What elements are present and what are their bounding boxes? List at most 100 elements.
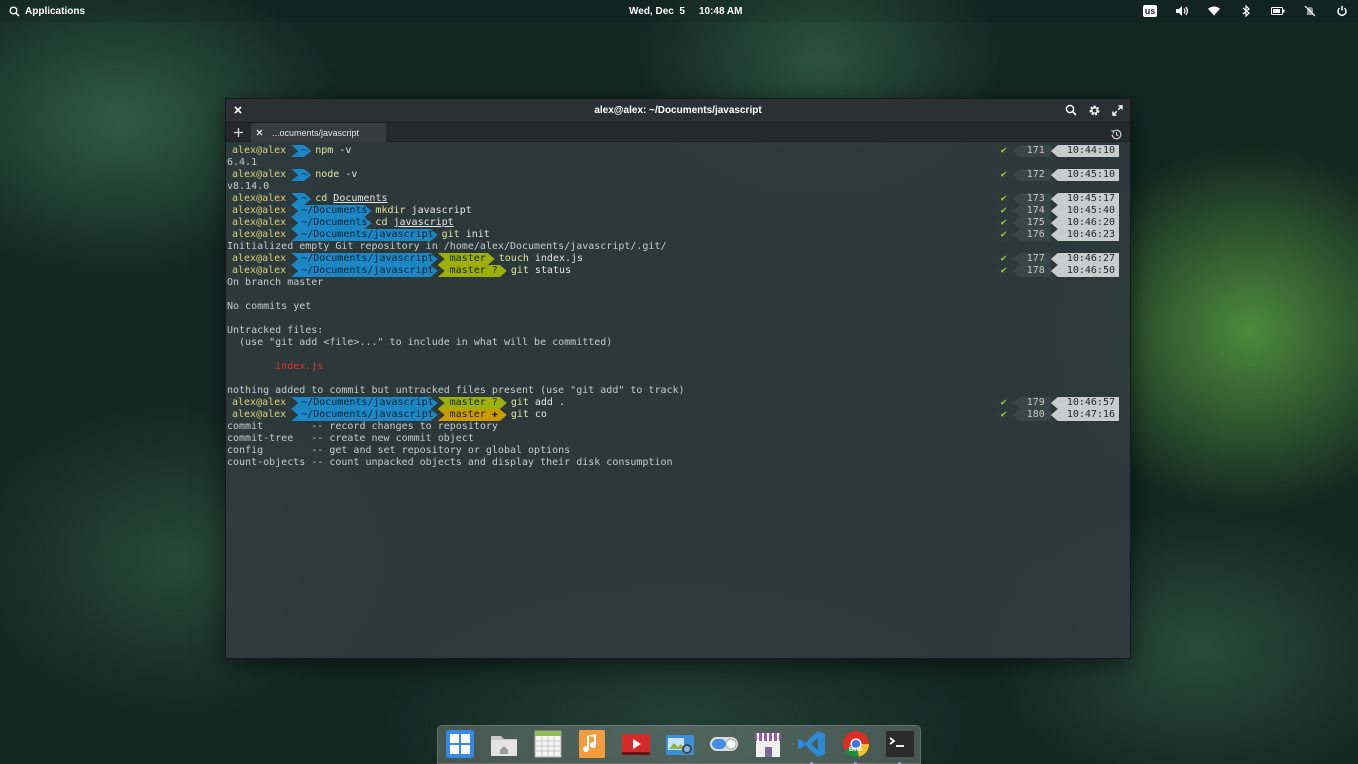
terminal-output[interactable]: alex@alex ~ npm -v ✔ 171 10:44:10 6.4.1 alex@al… xyxy=(226,142,1130,469)
prompt-dir: ~ xyxy=(291,145,311,157)
find-button[interactable] xyxy=(1064,103,1078,117)
new-tab-button[interactable] xyxy=(232,126,245,139)
output-line: Untracked files: xyxy=(226,325,1130,337)
output-line: count-objects -- count unpacked objects … xyxy=(226,457,1130,469)
command-arg: add . xyxy=(528,397,565,408)
output-text: (use "git add <file>..." to include in w… xyxy=(227,337,613,348)
prompt-right-segments: ✔ 172 10:45:10 xyxy=(990,169,1119,181)
prompt-segments: alex@alex ~/Documents/javascript master ? g… xyxy=(226,265,573,277)
command-arg: co xyxy=(528,409,547,420)
battery-icon[interactable] xyxy=(1270,3,1286,19)
prompt-user: alex@alex xyxy=(226,265,292,277)
command-time: 10:44:10 xyxy=(1050,145,1119,157)
prompt-dir: ~ xyxy=(291,193,311,205)
history-number: 179 xyxy=(1012,397,1051,409)
plus-icon xyxy=(234,128,243,137)
prompt-right-segments: ✔ 174 10:45:40 xyxy=(990,205,1119,217)
system-tray: us xyxy=(1142,0,1350,22)
command-time: 10:46:27 xyxy=(1050,253,1119,265)
history-number: 171 xyxy=(1012,145,1051,157)
prompt-git-branch: master ✚ xyxy=(438,409,507,421)
power-icon[interactable] xyxy=(1334,3,1350,19)
tab-javascript[interactable]: ...ocuments/javascript xyxy=(251,123,386,142)
applications-menu[interactable]: Applications xyxy=(9,0,85,22)
date-label: Wed, Dec 5 xyxy=(629,5,685,17)
status-check-icon: ✔ xyxy=(990,193,1013,205)
datetime-indicator[interactable]: Wed, Dec 5 10:48 AM xyxy=(629,0,743,22)
videos-icon[interactable] xyxy=(620,728,652,760)
window-titlebar[interactable]: alex@alex: ~/Documents/javascript xyxy=(226,99,1130,122)
prompt-right-segments: ✔ 180 10:47:16 xyxy=(990,409,1119,421)
maximize-button[interactable] xyxy=(1110,103,1124,117)
output-text: commit -- record changes to repository xyxy=(227,421,498,432)
prompt-user: alex@alex xyxy=(226,397,292,409)
multitasking-view-icon[interactable] xyxy=(444,728,476,760)
terminal-icon[interactable] xyxy=(884,728,916,764)
command-time: 10:45:17 xyxy=(1050,193,1119,205)
prompt-dir: ~/Documents/javascript xyxy=(291,253,437,265)
prompt-command: cd Documents xyxy=(311,193,389,205)
output-line: config -- get and set repository or glob… xyxy=(226,445,1130,457)
status-check-icon: ✔ xyxy=(990,397,1013,409)
closed-tabs-button[interactable] xyxy=(1110,126,1123,140)
volume-icon[interactable] xyxy=(1174,3,1190,19)
command-time: 10:46:23 xyxy=(1050,229,1119,241)
command-arg: Documents xyxy=(333,193,388,204)
calendar-icon[interactable] xyxy=(532,728,564,760)
prompt-dir: ~/Documents xyxy=(291,217,371,229)
prompt-line: alex@alex ~/Documents/javascript master ? g… xyxy=(226,265,1130,277)
output-line: v8.14.0 xyxy=(226,181,1130,193)
prompt-dir: ~/Documents/javascript xyxy=(291,409,437,421)
prompt-command: git add . xyxy=(507,397,567,409)
output-line: index.js xyxy=(226,361,1130,373)
notifications-off-icon[interactable] xyxy=(1302,3,1318,19)
vscode-icon[interactable] xyxy=(796,728,828,764)
output-line: On branch master xyxy=(226,277,1130,289)
output-line: nothing added to commit but untracked fi… xyxy=(226,385,1130,397)
close-tab-button[interactable] xyxy=(251,123,267,142)
prompt-segments: alex@alex ~ npm -v xyxy=(226,145,353,157)
applications-label: Applications xyxy=(25,5,86,17)
command-time: 10:45:40 xyxy=(1050,205,1119,217)
wifi-icon[interactable] xyxy=(1206,3,1222,19)
prompt-command: mkdir javascript xyxy=(371,205,473,217)
photos-icon[interactable] xyxy=(664,728,696,760)
appcenter-icon[interactable] xyxy=(752,728,784,760)
prompt-line: alex@alex ~/Documents/javascript git init ✔… xyxy=(226,229,1130,241)
chrome-beta-icon[interactable]: Beta xyxy=(840,728,872,764)
prompt-line: alex@alex ~/Documents/javascript master tou… xyxy=(226,253,1130,265)
command-name: touch xyxy=(498,253,529,264)
command-time: 10:47:16 xyxy=(1050,409,1119,421)
prompt-segments: alex@alex ~/Documents/javascript master ? g… xyxy=(226,397,567,409)
history-number: 172 xyxy=(1012,169,1051,181)
prompt-line: alex@alex ~ node -v ✔ 172 10:45:10 xyxy=(226,169,1130,181)
prompt-dir: ~/Documents/javascript xyxy=(291,229,437,241)
output-text: config -- get and set repository or glob… xyxy=(227,445,571,456)
prompt-line: alex@alex ~/Documents mkdir javascript ✔ 174… xyxy=(226,205,1130,217)
prompt-dir: ~/Documents xyxy=(291,205,371,217)
music-icon[interactable] xyxy=(576,728,608,760)
bluetooth-icon[interactable] xyxy=(1238,3,1254,19)
command-time: 10:45:10 xyxy=(1050,169,1119,181)
history-number: 180 xyxy=(1012,409,1051,421)
status-check-icon: ✔ xyxy=(990,253,1013,265)
settings-button[interactable] xyxy=(1087,103,1101,117)
keyboard-layout-icon[interactable]: us xyxy=(1142,3,1158,19)
output-text: v8.14.0 xyxy=(227,181,270,192)
output-text: commit-tree -- create new commit object xyxy=(227,433,474,444)
status-check-icon: ✔ xyxy=(990,169,1013,181)
files-icon[interactable] xyxy=(488,728,520,760)
system-settings-icon[interactable] xyxy=(708,728,740,760)
prompt-right-segments: ✔ 176 10:46:23 xyxy=(990,229,1119,241)
output-text: On branch master xyxy=(227,277,324,288)
tab-bar: ...ocuments/javascript xyxy=(226,122,1130,142)
prompt-user: alex@alex xyxy=(226,409,292,421)
gear-icon xyxy=(1089,105,1099,115)
status-check-icon: ✔ xyxy=(990,145,1013,157)
output-text: nothing added to commit but untracked fi… xyxy=(227,385,685,396)
prompt-right-segments: ✔ 175 10:46:20 xyxy=(990,217,1119,229)
command-name: cd xyxy=(375,217,388,228)
